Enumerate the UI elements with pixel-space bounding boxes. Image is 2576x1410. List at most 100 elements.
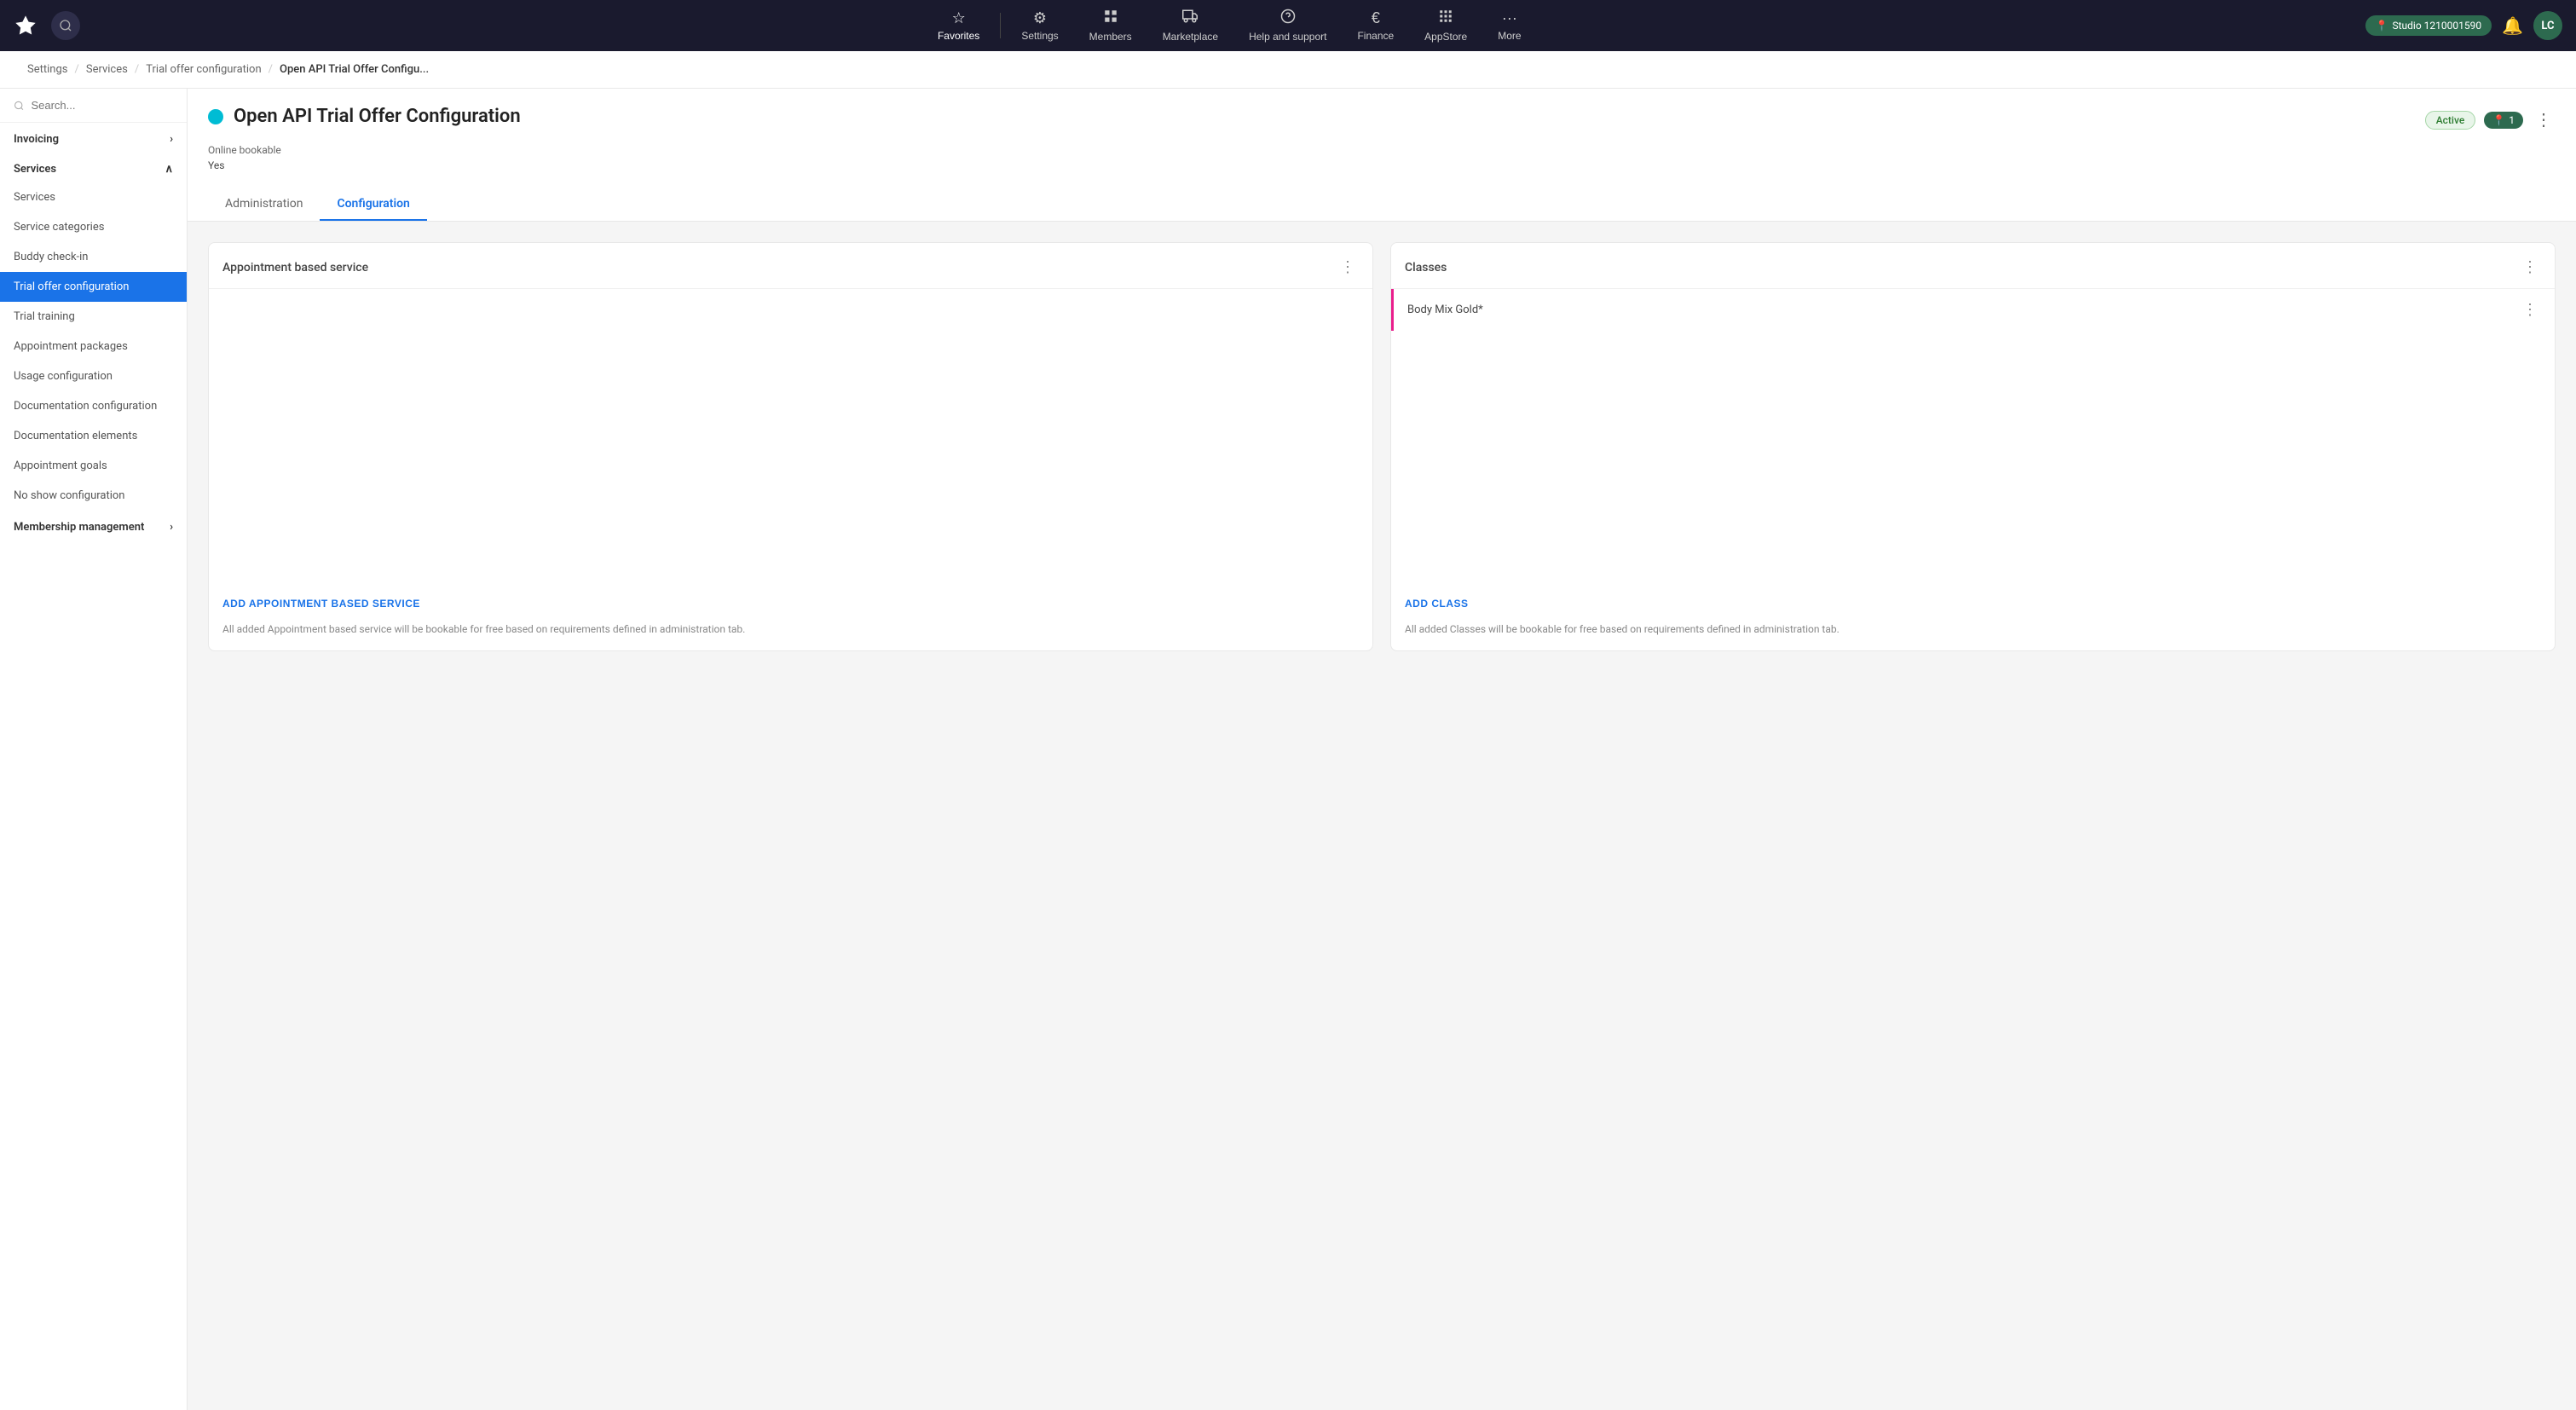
- list-item-body-mix-gold[interactable]: Body Mix Gold* ⋮: [1391, 289, 2555, 331]
- tab-administration[interactable]: Administration: [208, 188, 320, 221]
- card-appointment-menu-button[interactable]: ⋮: [1337, 257, 1359, 278]
- count-value: 1: [2509, 114, 2515, 126]
- nav-settings[interactable]: ⚙ Settings: [1008, 4, 1071, 47]
- page-header: Open API Trial Offer Configuration Activ…: [188, 89, 2576, 222]
- nav-favorites[interactable]: ☆ Favorites: [924, 4, 993, 47]
- card-classes-footer: ADD CLASS All added Classes will be book…: [1391, 583, 2555, 650]
- chevron-right-icon: ›: [170, 133, 173, 146]
- add-appointment-description: All added Appointment based service will…: [222, 621, 1359, 637]
- online-bookable-value: Yes: [208, 159, 2556, 185]
- add-appointment-service-button[interactable]: ADD APPOINTMENT BASED SERVICE: [222, 598, 420, 616]
- main-content: Open API Trial Offer Configuration Activ…: [188, 89, 2576, 1410]
- tab-configuration[interactable]: Configuration: [320, 188, 426, 221]
- card-appointment-based-service: Appointment based service ⋮ ADD APPOINTM…: [208, 242, 1373, 651]
- nav-finance-label: Finance: [1357, 30, 1394, 42]
- nav-more-label: More: [1498, 30, 1521, 42]
- online-bookable-label: Online bookable: [208, 144, 2556, 159]
- main-layout: Invoicing › Services ∧ Services Service …: [0, 89, 2576, 1410]
- card-appointment-header: Appointment based service ⋮: [209, 243, 1372, 289]
- card-classes-title: Classes: [1405, 261, 1447, 274]
- nav-items: ☆ Favorites ⚙ Settings Members Marketpla…: [101, 3, 2359, 48]
- search-button[interactable]: [51, 11, 80, 40]
- sidebar-item-documentation-elements[interactable]: Documentation elements: [0, 421, 187, 451]
- page-more-button[interactable]: ⋮: [2532, 106, 2556, 134]
- sidebar-item-services[interactable]: Services: [0, 182, 187, 212]
- count-badge: 📍 1: [2484, 112, 2523, 129]
- sidebar-search-input[interactable]: [31, 99, 173, 112]
- sidebar-item-trial-training[interactable]: Trial training: [0, 302, 187, 332]
- nav-marketplace-label: Marketplace: [1163, 31, 1218, 43]
- members-icon: [1103, 9, 1118, 28]
- location-icon: 📍: [2376, 20, 2388, 32]
- breadcrumb-open-api[interactable]: Open API Trial Offer Configu...: [273, 51, 436, 88]
- nav-help[interactable]: Help and support: [1235, 3, 1340, 48]
- active-badge: Active: [2425, 111, 2476, 130]
- cards-area: Appointment based service ⋮ ADD APPOINTM…: [208, 242, 2556, 651]
- nav-appstore[interactable]: AppStore: [1411, 3, 1481, 48]
- nav-members[interactable]: Members: [1076, 3, 1146, 48]
- status-dot: [208, 109, 223, 124]
- sidebar-membership-label: Membership management: [14, 521, 144, 534]
- sidebar-item-usage-config[interactable]: Usage configuration: [0, 361, 187, 391]
- body-mix-gold-label: Body Mix Gold*: [1407, 303, 1483, 316]
- studio-badge[interactable]: 📍 Studio 1210001590: [2365, 15, 2492, 36]
- logo-icon[interactable]: [14, 14, 38, 38]
- sidebar-item-documentation-config[interactable]: Documentation configuration: [0, 391, 187, 421]
- nav-favorites-label: Favorites: [938, 30, 979, 42]
- notification-button[interactable]: 🔔: [2502, 15, 2523, 37]
- nav-finance[interactable]: € Finance: [1343, 4, 1407, 47]
- favorites-icon: ☆: [952, 9, 966, 27]
- add-class-button[interactable]: ADD CLASS: [1405, 598, 1469, 616]
- sidebar-item-appointment-packages[interactable]: Appointment packages: [0, 332, 187, 361]
- sidebar-search-icon: [14, 100, 24, 112]
- card-appointment-body: [209, 289, 1372, 583]
- card-classes: Classes ⋮ Body Mix Gold* ⋮ ADD CLASS All…: [1390, 242, 2556, 651]
- nav-appstore-label: AppStore: [1424, 31, 1467, 43]
- tabs: Administration Configuration: [208, 188, 2556, 221]
- sidebar-item-trial-offer-config[interactable]: Trial offer configuration: [0, 272, 187, 302]
- settings-icon: ⚙: [1033, 9, 1047, 27]
- sidebar-item-appointment-goals[interactable]: Appointment goals: [0, 451, 187, 481]
- studio-name: Studio 1210001590: [2392, 20, 2481, 32]
- more-icon: ···: [1502, 9, 1517, 27]
- sidebar-item-no-show-config[interactable]: No show configuration: [0, 481, 187, 511]
- card-appointment-title: Appointment based service: [222, 261, 368, 274]
- breadcrumb-settings[interactable]: Settings: [20, 51, 74, 88]
- card-classes-menu-button[interactable]: ⋮: [2519, 257, 2541, 278]
- chevron-right-icon-membership: ›: [170, 521, 173, 534]
- sidebar-section-membership[interactable]: Membership management ›: [0, 511, 187, 540]
- chevron-down-icon: ∧: [165, 163, 173, 176]
- nav-help-label: Help and support: [1249, 31, 1326, 43]
- body-mix-gold-menu-button[interactable]: ⋮: [2519, 299, 2541, 321]
- breadcrumb-services[interactable]: Services: [79, 51, 135, 88]
- nav-separator: [1000, 13, 1001, 38]
- sidebar-section-invoicing[interactable]: Invoicing ›: [0, 123, 187, 153]
- nav-right: 📍 Studio 1210001590 🔔 LC: [2365, 11, 2562, 40]
- page-header-top: Open API Trial Offer Configuration Activ…: [208, 106, 2556, 144]
- card-appointment-footer: ADD APPOINTMENT BASED SERVICE All added …: [209, 583, 1372, 650]
- top-navigation: ☆ Favorites ⚙ Settings Members Marketpla…: [0, 0, 2576, 51]
- nav-more[interactable]: ··· More: [1484, 4, 1534, 47]
- sidebar-item-service-categories[interactable]: Service categories: [0, 212, 187, 242]
- card-classes-body: Body Mix Gold* ⋮: [1391, 289, 2555, 583]
- nav-members-label: Members: [1089, 31, 1132, 43]
- page-title: Open API Trial Offer Configuration: [234, 106, 521, 127]
- nav-settings-label: Settings: [1021, 30, 1058, 42]
- help-icon: [1280, 9, 1296, 28]
- appstore-icon: [1438, 9, 1453, 28]
- sidebar-invoicing-label: Invoicing: [14, 133, 59, 146]
- finance-icon: €: [1372, 9, 1380, 27]
- card-classes-header: Classes ⋮: [1391, 243, 2555, 289]
- breadcrumb: Settings / Services / Trial offer config…: [0, 51, 2576, 89]
- sidebar-item-buddy-checkin[interactable]: Buddy check-in: [0, 242, 187, 272]
- sidebar-section-services[interactable]: Services ∧: [0, 153, 187, 182]
- add-class-description: All added Classes will be bookable for f…: [1405, 621, 2541, 637]
- sidebar-services-label: Services: [14, 163, 56, 176]
- sidebar: Invoicing › Services ∧ Services Service …: [0, 89, 188, 1410]
- nav-marketplace[interactable]: Marketplace: [1149, 3, 1232, 48]
- header-actions: Active 📍 1 ⋮: [2425, 106, 2556, 134]
- breadcrumb-trial-offer[interactable]: Trial offer configuration: [139, 51, 268, 88]
- user-avatar[interactable]: LC: [2533, 11, 2562, 40]
- marketplace-icon: [1182, 9, 1198, 28]
- page-title-row: Open API Trial Offer Configuration: [208, 106, 521, 127]
